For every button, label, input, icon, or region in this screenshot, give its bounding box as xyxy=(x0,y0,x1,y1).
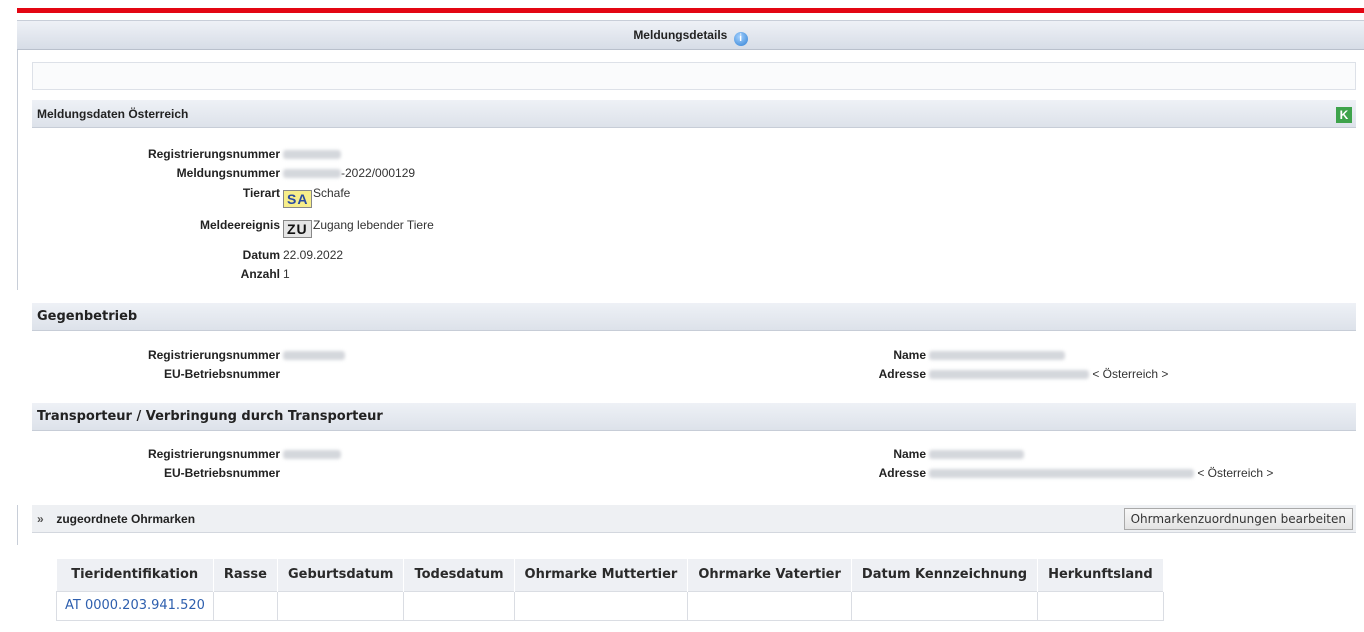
herkunftsland-cell xyxy=(1037,590,1164,621)
anzahl-value: 1 xyxy=(283,267,290,281)
col-herkunftsland[interactable]: Herkunftsland xyxy=(1037,559,1164,591)
meldungsnummer-suffix: -2022/000129 xyxy=(341,166,416,180)
info-icon[interactable]: i xyxy=(733,32,748,46)
details-header: Meldungsdetails i xyxy=(17,20,1364,50)
meldungsnummer-label: Meldungsnummer xyxy=(176,166,280,180)
left-divider xyxy=(17,20,18,290)
edit-ohrmarken-button[interactable]: Ohrmarkenzuordnungen bearbeiten xyxy=(1123,508,1353,530)
todesdatum-cell xyxy=(403,590,515,621)
top-accent-bar xyxy=(17,8,1364,13)
details-title: Meldungsdetails xyxy=(633,28,728,42)
trans-name-label: Name xyxy=(893,447,926,461)
gegen-reg-label: Registrierungsnummer xyxy=(147,348,280,362)
ohrmarke-muttertier-cell xyxy=(513,590,689,621)
col-datum-kennzeichnung[interactable]: Datum Kennzeichnung xyxy=(851,559,1039,591)
col-ohrmarke-vatertier[interactable]: Ohrmarke Vatertier xyxy=(687,559,852,591)
tieridentifikation-link[interactable]: AT 0000.203.941.520 xyxy=(56,590,214,621)
tierart-label: Tierart xyxy=(242,186,280,200)
left-divider-lower xyxy=(17,505,18,545)
table-row: AT 0000.203.941.520 xyxy=(56,590,1164,621)
col-geburtsdatum[interactable]: Geburtsdatum xyxy=(277,559,405,591)
datum-value: 22.09.2022 xyxy=(283,248,344,262)
reg-label: Registrierungsnummer xyxy=(147,147,280,161)
anzahl-label: Anzahl xyxy=(240,267,280,281)
reg-value xyxy=(283,147,341,161)
col-todesdatum[interactable]: Todesdatum xyxy=(403,559,515,591)
trans-reg-label: Registrierungsnummer xyxy=(147,447,280,461)
table-header-row: Tieridentifikation Rasse Geburtsdatum To… xyxy=(56,559,1164,591)
rasse-cell xyxy=(212,590,278,621)
gegen-country: < Österreich > xyxy=(1092,367,1169,381)
section-transporteur-title: Transporteur / Verbringung durch Transpo… xyxy=(37,409,383,424)
ohrmarken-table: Tieridentifikation Rasse Geburtsdatum To… xyxy=(56,559,1164,621)
gegen-adresse-value: < Österreich > xyxy=(929,367,1168,381)
meldeereignis-label: Meldeereignis xyxy=(199,218,280,232)
gegen-name-label: Name xyxy=(893,348,926,362)
k-icon[interactable]: K xyxy=(1336,107,1352,123)
meldeereignis-value: Zugang lebender Tiere xyxy=(313,218,434,232)
empty-toolbar xyxy=(32,62,1356,90)
section-gegenbetrieb-title: Gegenbetrieb xyxy=(37,309,138,324)
section-transporteur: Transporteur / Verbringung durch Transpo… xyxy=(32,403,1356,431)
chevron-double-down-icon[interactable]: » xyxy=(37,505,53,533)
datum-label: Datum xyxy=(242,248,280,262)
section-meldungsdaten: Meldungsdaten Österreich K xyxy=(32,100,1356,128)
section-gegenbetrieb: Gegenbetrieb xyxy=(32,303,1356,331)
tierart-value: Schafe xyxy=(313,186,351,200)
gegen-name-value xyxy=(929,348,1065,362)
trans-eu-label: EU-Betriebsnummer xyxy=(163,466,280,480)
ohrmarken-title[interactable]: zugeordnete Ohrmarken xyxy=(56,512,195,526)
col-rasse[interactable]: Rasse xyxy=(213,559,278,591)
meldungsnummer-value: -2022/000129 xyxy=(283,166,415,180)
gegen-reg-value xyxy=(283,348,345,362)
gegen-adresse-label: Adresse xyxy=(878,367,926,381)
meldeereignis-badge: ZU xyxy=(283,220,312,238)
trans-adresse-value: < Österreich > xyxy=(929,466,1273,480)
section-meldungsdaten-title: Meldungsdaten Österreich xyxy=(37,107,189,121)
trans-country: < Österreich > xyxy=(1197,466,1274,480)
ohrmarke-vatertier-cell xyxy=(687,590,852,621)
col-ohrmarke-muttertier[interactable]: Ohrmarke Muttertier xyxy=(514,559,689,591)
tierart-badge: SA xyxy=(283,190,313,208)
trans-adresse-label: Adresse xyxy=(878,466,926,480)
geburtsdatum-cell xyxy=(276,590,405,621)
col-tieridentifikation[interactable]: Tieridentifikation xyxy=(56,559,214,591)
trans-name-value xyxy=(929,447,1024,461)
datum-kennzeichnung-cell xyxy=(850,590,1039,621)
gegen-eu-label: EU-Betriebsnummer xyxy=(163,367,280,381)
ohrmarken-bar: » zugeordnete Ohrmarken Ohrmarkenzuordnu… xyxy=(32,505,1356,533)
trans-reg-value xyxy=(283,447,341,461)
